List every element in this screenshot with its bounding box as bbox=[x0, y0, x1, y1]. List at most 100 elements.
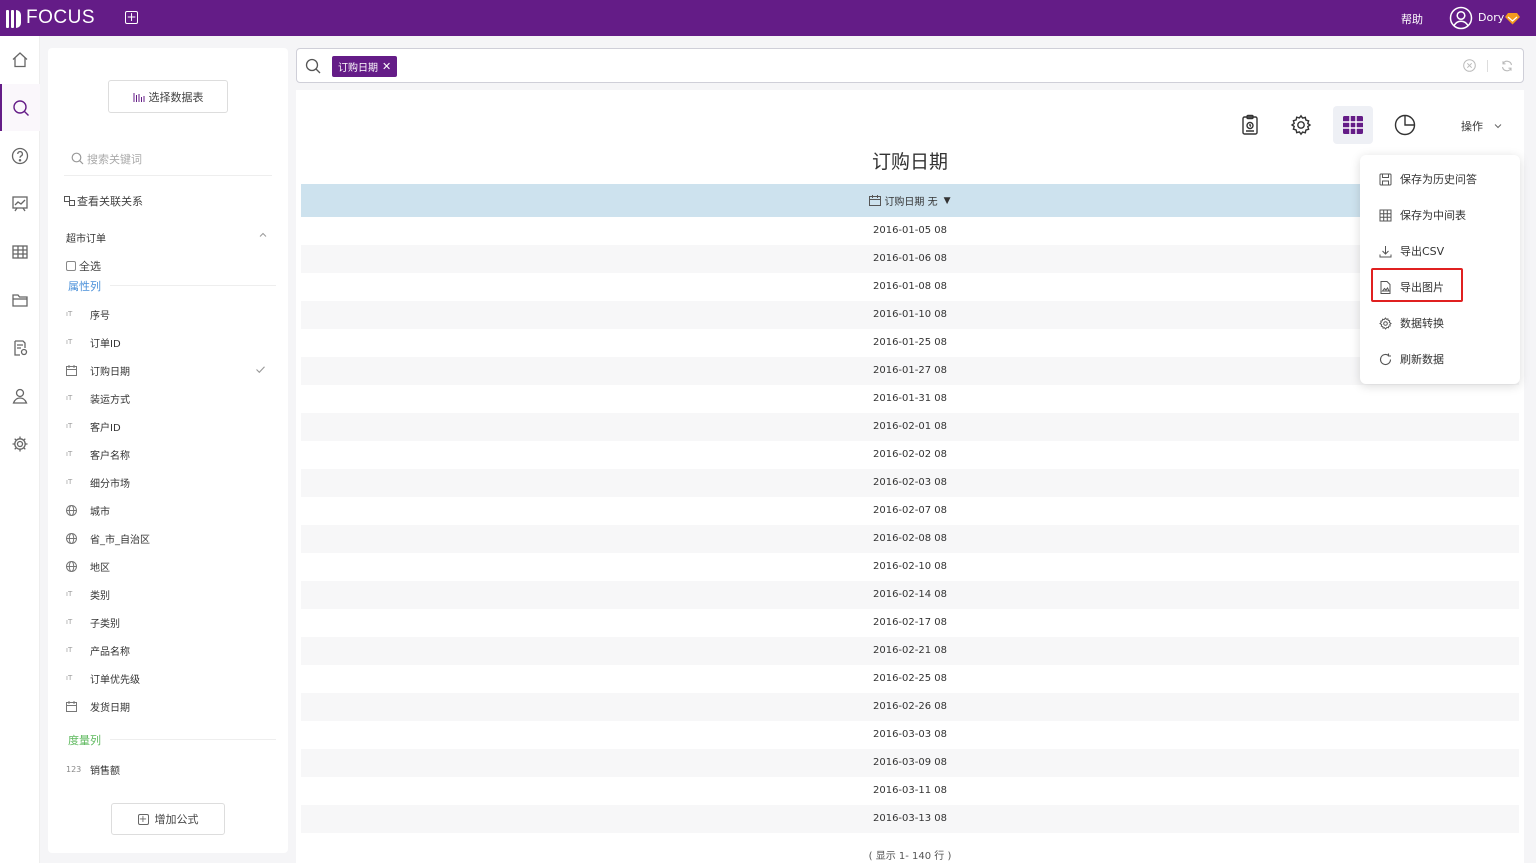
nav-report-settings[interactable] bbox=[0, 324, 40, 371]
column-label: 客户名称 bbox=[90, 450, 130, 462]
answer-info-button[interactable] bbox=[1230, 106, 1270, 144]
table-row: 2016-01-31 08 bbox=[872, 393, 948, 404]
chart-view-button[interactable] bbox=[1385, 106, 1425, 144]
nav-tables[interactable] bbox=[0, 228, 40, 275]
column-item[interactable]: 省_市_自治区 bbox=[64, 528, 272, 548]
column-label: 客户ID bbox=[90, 422, 121, 434]
column-item[interactable]: ıT 装运方式 bbox=[64, 388, 272, 408]
column-item[interactable]: ıT 产品名称 bbox=[64, 640, 272, 660]
checkbox-icon bbox=[66, 261, 76, 271]
column-label: 地区 bbox=[90, 562, 110, 574]
search-icon bbox=[13, 99, 29, 116]
table-row: 2016-03-03 08 bbox=[872, 729, 948, 740]
add-tab-icon[interactable]: + bbox=[125, 11, 138, 24]
table-grid-icon bbox=[1343, 116, 1363, 134]
table-row: 2016-02-07 08 bbox=[872, 505, 948, 516]
menu-item-data-transform[interactable]: 数据转换 bbox=[1379, 313, 1444, 333]
result-title: 订购日期 bbox=[871, 151, 948, 173]
menu-item-save-history[interactable]: 保存为历史问答 bbox=[1379, 169, 1477, 189]
search-bar[interactable]: 订购日期 ✕ bbox=[296, 48, 1524, 83]
relation-icon bbox=[64, 196, 75, 206]
text-type-icon: ıT bbox=[66, 450, 73, 458]
add-formula-button[interactable]: + 增加公式 bbox=[111, 803, 225, 835]
home-icon bbox=[12, 51, 28, 67]
column-label: 发货日期 bbox=[90, 702, 130, 714]
save-icon bbox=[1379, 173, 1392, 185]
bar-chart-icon bbox=[133, 92, 144, 102]
table-icon bbox=[12, 244, 28, 259]
gear-icon bbox=[1379, 316, 1392, 330]
nav-settings[interactable] bbox=[0, 420, 40, 467]
sort-caret-icon[interactable]: ▼ bbox=[944, 196, 951, 206]
select-all-checkbox[interactable]: 全选 bbox=[66, 258, 101, 274]
menu-item-save-intermediate[interactable]: 保存为中间表 bbox=[1379, 205, 1466, 225]
download-icon bbox=[1379, 245, 1392, 257]
nav-home[interactable] bbox=[0, 36, 40, 83]
column-item[interactable]: 订购日期 bbox=[64, 360, 272, 380]
table-row: 2016-02-25 08 bbox=[872, 673, 948, 684]
table-view-button[interactable] bbox=[1333, 106, 1373, 144]
text-type-icon: ıT bbox=[66, 618, 73, 626]
table-name: 超市订单 bbox=[66, 234, 106, 245]
data-panel: 选择数据表 搜索关键词 查看关联关系 超市订单 全选 属性列 ıT 序号 ıT 订单I… bbox=[48, 48, 288, 853]
operations-dropdown[interactable]: 操作 bbox=[1461, 118, 1503, 134]
column-item[interactable]: ıT 客户名称 bbox=[64, 444, 272, 464]
column-item[interactable]: ıT 客户ID bbox=[64, 416, 272, 436]
table-row: 2016-03-11 08 bbox=[872, 785, 948, 796]
view-relations-link[interactable]: 查看关联关系 bbox=[64, 193, 143, 209]
text-type-icon: ıT bbox=[66, 478, 73, 486]
measure-group-label: 度量列 bbox=[68, 734, 101, 747]
chart-settings-button[interactable] bbox=[1281, 106, 1321, 144]
column-item[interactable]: 城市 bbox=[64, 500, 272, 520]
refresh-icon bbox=[1379, 353, 1392, 365]
column-item[interactable]: ıT 类别 bbox=[64, 584, 272, 604]
table-body: 2016-01-05 08 2016-01-06 08 2016-01-08 08 2… bbox=[301, 217, 1519, 833]
menu-item-label: 刷新数据 bbox=[1400, 353, 1444, 366]
nav-dashboard[interactable] bbox=[0, 180, 40, 227]
column-item[interactable]: ıT 订单优先级 bbox=[64, 668, 272, 688]
calendar-icon bbox=[64, 700, 90, 712]
nav-folder[interactable] bbox=[0, 276, 40, 323]
table-row: 2016-01-10 08 bbox=[301, 301, 1519, 329]
user-name[interactable]: Dory bbox=[1478, 11, 1504, 24]
nav-user[interactable] bbox=[0, 372, 40, 419]
text-type-icon: ıT bbox=[66, 646, 73, 654]
refresh-icon[interactable] bbox=[1501, 60, 1513, 72]
table-header[interactable]: 订购日期 无 ▼ bbox=[301, 184, 1519, 217]
column-item[interactable]: ıT 订单ID bbox=[64, 332, 272, 352]
attribute-group-divider bbox=[110, 285, 276, 286]
table-row: 2016-02-26 08 bbox=[301, 693, 1519, 721]
column-item-sales[interactable]: 123 销售额 bbox=[64, 759, 272, 779]
menu-item-export-csv[interactable]: 导出CSV bbox=[1379, 241, 1444, 261]
column-header-label: 订购日期 无 bbox=[884, 197, 938, 208]
nav-help[interactable] bbox=[0, 132, 40, 179]
help-link[interactable]: 帮助 bbox=[1401, 11, 1423, 27]
search-token-label: 订购日期 bbox=[338, 63, 378, 74]
chevron-down-icon bbox=[1494, 124, 1502, 129]
table-row: 2016-01-08 08 bbox=[872, 281, 948, 292]
add-formula-label: 增加公式 bbox=[154, 813, 199, 826]
pie-chart-icon bbox=[1394, 114, 1416, 136]
column-label: 细分市场 bbox=[90, 478, 130, 490]
menu-item-refresh-data[interactable]: 刷新数据 bbox=[1379, 349, 1444, 369]
column-item[interactable]: 地区 bbox=[64, 556, 272, 576]
column-item[interactable]: ıT 细分市场 bbox=[64, 472, 272, 492]
column-item[interactable]: ıT 序号 bbox=[64, 304, 272, 324]
nav-search[interactable] bbox=[0, 84, 40, 131]
column-item[interactable]: 发货日期 bbox=[64, 696, 272, 716]
table-row: 2016-03-13 08 bbox=[301, 805, 1519, 833]
settings-icon bbox=[12, 436, 28, 451]
text-type-icon: ıT bbox=[66, 338, 73, 346]
text-type-icon: ıT bbox=[66, 674, 73, 682]
user-avatar-icon[interactable] bbox=[1449, 6, 1473, 30]
close-icon[interactable]: ✕ bbox=[382, 60, 391, 73]
select-table-button[interactable]: 选择数据表 bbox=[108, 80, 228, 113]
clear-icon[interactable] bbox=[1463, 59, 1476, 72]
chevron-up-icon[interactable] bbox=[258, 230, 268, 240]
keyword-search-input[interactable]: 搜索关键词 bbox=[64, 142, 272, 176]
search-token[interactable]: 订购日期 ✕ bbox=[332, 56, 398, 77]
column-item[interactable]: ıT 子类别 bbox=[64, 612, 272, 632]
table-row: 2016-03-09 08 bbox=[301, 749, 1519, 777]
table-row: 2016-02-03 08 bbox=[301, 469, 1519, 497]
focus-logo[interactable]: FOCUS bbox=[6, 7, 95, 29]
